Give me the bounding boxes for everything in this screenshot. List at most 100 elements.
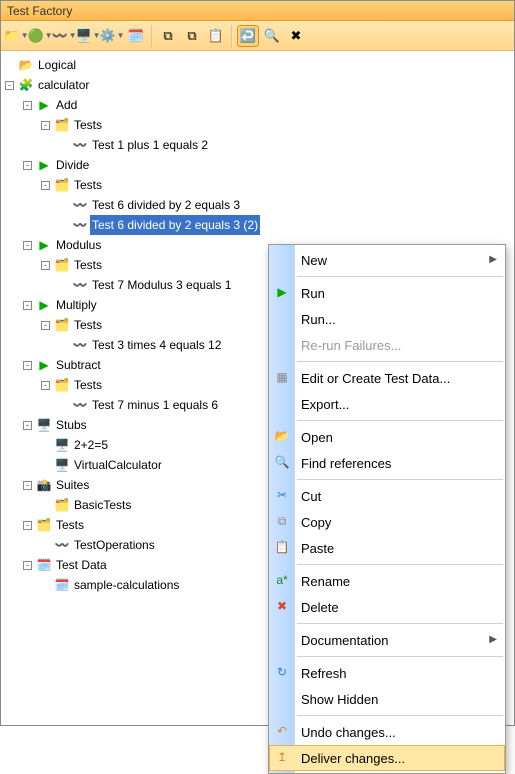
paste-icon[interactable]: 📋 <box>205 25 227 47</box>
menu-item-label: Run <box>301 286 325 301</box>
tests-folder-icon: 🗂️ <box>54 495 70 515</box>
calc-icon[interactable]: 🗓️ <box>125 25 147 47</box>
menu-item-find-references[interactable]: 🔍Find references <box>269 450 505 476</box>
tests-folder-icon: 🗂️ <box>36 515 52 535</box>
menu-item-label: Refresh <box>301 666 347 681</box>
menu-item-label: Show Hidden <box>301 692 378 707</box>
tree-toggle[interactable]: - <box>23 301 32 310</box>
menu-item-open[interactable]: 📂Open <box>269 424 505 450</box>
menu-item-delete[interactable]: ✖Delete <box>269 594 505 620</box>
tests-folder-icon: 🗂️ <box>54 315 70 335</box>
stub-icon: 🖥️ <box>36 415 52 435</box>
menu-item-icon: 📋 <box>274 540 290 556</box>
search-icon[interactable]: 🔍 <box>261 25 283 47</box>
menu-item-new[interactable]: New▶ <box>269 247 505 273</box>
tree-toggle[interactable]: - <box>41 321 50 330</box>
toolbar-separator <box>151 25 153 47</box>
tree-label: calculator <box>36 75 91 95</box>
tree-toggle[interactable]: - <box>23 421 32 430</box>
menu-item-icon: ↶ <box>274 724 290 740</box>
tree-label: Divide <box>54 155 91 175</box>
tree-label: Test 3 times 4 equals 12 <box>90 335 223 355</box>
submenu-arrow-icon: ▶ <box>489 634 497 645</box>
menu-item-label: Paste <box>301 541 334 556</box>
menu-item-icon: ⧉ <box>274 514 290 530</box>
tree-label: VirtualCalculator <box>72 455 164 475</box>
tree-label: Add <box>54 95 79 115</box>
menu-item-deliver-changes[interactable]: ↥Deliver changes... <box>269 745 505 771</box>
wave-icon[interactable]: 〰️▼ <box>53 25 75 47</box>
menu-item-run[interactable]: Run... <box>269 306 505 332</box>
menu-item-label: Export... <box>301 397 349 412</box>
operation-icon: ▶ <box>36 95 52 115</box>
tree-tests-folder[interactable]: -🗂️Tests <box>1 175 514 195</box>
menu-item-copy[interactable]: ⧉Copy <box>269 509 505 535</box>
tree-label: Tests <box>72 115 104 135</box>
tree-toggle[interactable]: - <box>23 561 32 570</box>
tree-test-item[interactable]: 〰️Test 6 divided by 2 equals 3 (2) <box>1 215 514 235</box>
test-icon: 〰️ <box>72 195 88 215</box>
tests-folder-icon: 🗂️ <box>54 115 70 135</box>
operation-icon: ▶ <box>36 355 52 375</box>
menu-item-show-hidden[interactable]: Show Hidden <box>269 686 505 712</box>
menu-item-cut[interactable]: ✂Cut <box>269 483 505 509</box>
menu-item-export[interactable]: Export... <box>269 391 505 417</box>
submenu-arrow-icon: ▶ <box>489 254 497 265</box>
gear-icon[interactable]: ⚙️▼ <box>101 25 123 47</box>
menu-item-refresh[interactable]: ↻ Refresh <box>269 660 505 686</box>
tree-label: Test 6 divided by 2 equals 3 (2) <box>90 215 260 235</box>
toolbar-separator <box>231 25 233 47</box>
menu-item-documentation[interactable]: Documentation▶ <box>269 627 505 653</box>
menu-item-edit-or-create-test-data[interactable]: ▦Edit or Create Test Data... <box>269 365 505 391</box>
tree-test-item[interactable]: 〰️Test 1 plus 1 equals 2 <box>1 135 514 155</box>
context-menu-separator <box>297 564 503 565</box>
test-icon: 〰️ <box>72 135 88 155</box>
folder-icon[interactable]: 📁▼ <box>5 25 27 47</box>
context-menu[interactable]: New▶▶RunRun...Re-run Failures...▦Edit or… <box>268 244 506 774</box>
context-menu-separator <box>297 420 503 421</box>
tree-toggle[interactable]: - <box>41 121 50 130</box>
monitor-icon[interactable]: 🖥️▼ <box>77 25 99 47</box>
tree-op-divide[interactable]: -▶Divide <box>1 155 514 175</box>
tree-toggle[interactable]: - <box>23 101 32 110</box>
tree-toggle[interactable]: - <box>23 241 32 250</box>
tree-toggle[interactable]: - <box>5 81 14 90</box>
tree-toggle[interactable]: - <box>41 381 50 390</box>
context-menu-separator <box>297 656 503 657</box>
menu-item-label: Find references <box>301 456 391 471</box>
tree-project[interactable]: -🧩calculator <box>1 75 514 95</box>
tree-label: Tests <box>72 175 104 195</box>
operation-icon: ▶ <box>36 295 52 315</box>
tree-tests-folder[interactable]: -🗂️Tests <box>1 115 514 135</box>
menu-item-label: Delete <box>301 600 339 615</box>
copy-icon[interactable]: ⧉ <box>157 25 179 47</box>
clone-icon[interactable]: ⧉ <box>181 25 203 47</box>
delete-icon[interactable]: ✖ <box>285 25 307 47</box>
menu-item-icon: ↻ <box>274 665 290 681</box>
test-icon: 〰️ <box>72 215 88 235</box>
context-menu-separator <box>297 361 503 362</box>
tree-toggle[interactable]: - <box>23 361 32 370</box>
toolbar: 📁▼🟢▼〰️▼🖥️▼⚙️▼🗓️⧉⧉📋↩️🔍✖ <box>1 21 514 51</box>
tree-label: Multiply <box>54 295 99 315</box>
tree-op-add[interactable]: -▶Add <box>1 95 514 115</box>
test-icon: 〰️ <box>72 395 88 415</box>
tree-toggle[interactable]: - <box>23 521 32 530</box>
deliver-icon[interactable]: ↩️ <box>237 25 259 47</box>
tree-toggle[interactable]: - <box>41 181 50 190</box>
tree-toggle[interactable]: - <box>23 481 32 490</box>
tree-test-item[interactable]: 〰️Test 6 divided by 2 equals 3 <box>1 195 514 215</box>
tree-toggle[interactable]: - <box>41 261 50 270</box>
new-icon[interactable]: 🟢▼ <box>29 25 51 47</box>
tree-root[interactable]: 📂Logical <box>1 55 514 75</box>
menu-item-icon: ↥ <box>274 750 290 766</box>
menu-item-undo-changes[interactable]: ↶Undo changes... <box>269 719 505 745</box>
menu-item-run[interactable]: ▶Run <box>269 280 505 306</box>
menu-item-icon: ✂ <box>274 488 290 504</box>
menu-item-paste[interactable]: 📋 Paste <box>269 535 505 561</box>
operation-icon: ▶ <box>36 235 52 255</box>
tree-toggle[interactable]: - <box>23 161 32 170</box>
menu-item-rename[interactable]: a*Rename <box>269 568 505 594</box>
tree-label: Test 7 Modulus 3 equals 1 <box>90 275 233 295</box>
suite-icon: 📸 <box>36 475 52 495</box>
